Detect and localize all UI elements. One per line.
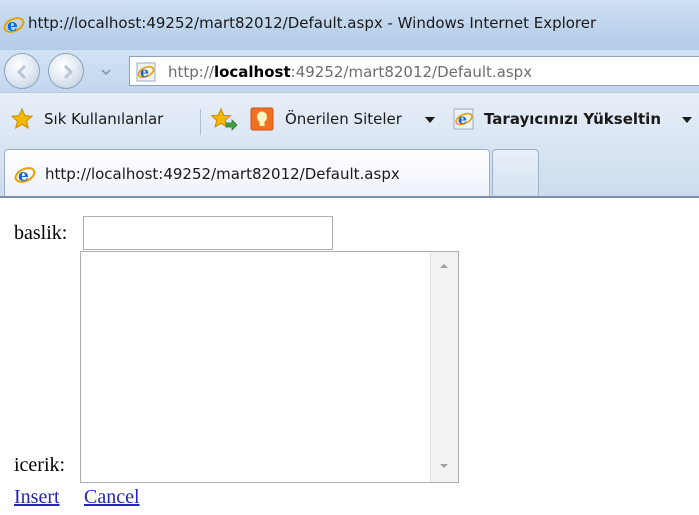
tab-default-aspx[interactable]: e http://localhost:49252/mart82012/Defau… [4, 149, 490, 196]
caret-down-icon [425, 117, 435, 123]
scroll-down-icon[interactable] [439, 462, 449, 470]
svg-text:e: e [7, 16, 18, 36]
star-icon [10, 107, 34, 130]
suggested-sites-button[interactable]: Önerilen Siteler [250, 107, 440, 131]
page-content: baslik: icerik: Insert Cancel [0, 200, 699, 515]
tab-strip: e http://localhost:49252/mart82012/Defau… [0, 144, 699, 198]
add-favorite-icon [210, 107, 238, 131]
new-tab-button[interactable] [492, 149, 539, 195]
icerik-scrollbar[interactable] [430, 252, 458, 482]
window-title: http://localhost:49252/mart82012/Default… [28, 14, 597, 32]
ie-page-icon: e [136, 62, 156, 86]
tab-label: http://localhost:49252/mart82012/Default… [45, 165, 400, 183]
suggested-sites-label: Önerilen Siteler [285, 110, 402, 128]
insert-link[interactable]: Insert [14, 486, 60, 509]
baslik-input[interactable] [83, 216, 333, 250]
back-arrow-icon [16, 64, 27, 80]
upgrade-browser-button[interactable]: e Tarayıcınızı Yükseltin [452, 107, 697, 131]
favorites-label: Sık Kullanılanlar [44, 110, 164, 128]
recent-pages-dropdown[interactable] [99, 64, 113, 78]
favorites-button[interactable]: Sık Kullanılanlar [10, 107, 182, 131]
favorites-separator [200, 109, 201, 135]
svg-text:e: e [458, 112, 467, 128]
svg-text:e: e [140, 65, 149, 81]
scroll-up-icon[interactable] [439, 262, 449, 270]
address-text: http://localhost:49252/mart82012/Default… [168, 63, 533, 81]
add-to-favorites-button[interactable] [210, 107, 240, 131]
upgrade-browser-label: Tarayıcınızı Yükseltin [484, 110, 662, 128]
ie-page-icon: e [453, 108, 474, 130]
back-button[interactable] [4, 53, 40, 89]
caret-down-icon [682, 117, 692, 123]
navigation-bar: e http://localhost:49252/mart82012/Defau… [0, 50, 699, 92]
ie-logo-icon: e [3, 14, 25, 40]
forward-button[interactable] [48, 53, 84, 89]
suggested-sites-icon [250, 107, 274, 131]
icerik-textarea[interactable] [80, 251, 459, 483]
ie-logo-icon: e [14, 164, 36, 190]
svg-text:e: e [18, 166, 29, 186]
icerik-label: icerik: [14, 454, 66, 476]
address-bar[interactable]: e http://localhost:49252/mart82012/Defau… [129, 56, 699, 86]
favorites-bar: Sık Kullanılanlar Önerilen Siteler e Tar… [0, 92, 699, 144]
chevron-down-icon [101, 69, 111, 76]
cancel-link[interactable]: Cancel [84, 486, 140, 509]
forward-arrow-icon [63, 64, 74, 80]
baslik-label: baslik: [14, 222, 68, 244]
window-title-bar[interactable]: e http://localhost:49252/mart82012/Defau… [0, 0, 699, 50]
